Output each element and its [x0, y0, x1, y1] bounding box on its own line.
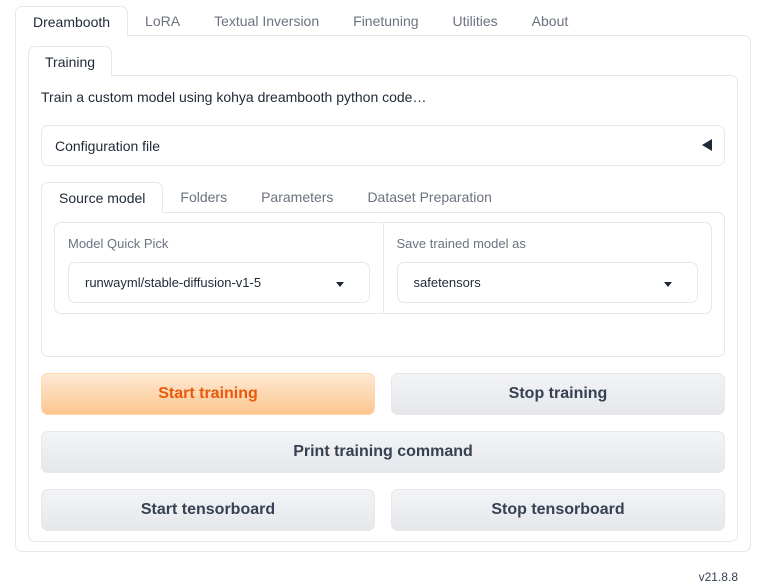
- training-tab-bar: Training: [28, 46, 113, 76]
- collapse-arrow-icon: [702, 139, 712, 151]
- model-quick-pick-label: Model Quick Pick: [68, 236, 169, 251]
- tab-utilities[interactable]: Utilities: [436, 6, 515, 36]
- print-training-command-button[interactable]: Print training command: [41, 431, 725, 473]
- source-tab-bar: Source model Folders Parameters Dataset …: [41, 182, 509, 213]
- model-quick-pick-group: Model Quick Pick runwayml/stable-diffusi…: [55, 223, 383, 313]
- save-model-as-value: safetensors: [413, 275, 481, 290]
- tab-parameters[interactable]: Parameters: [244, 182, 350, 213]
- stop-training-button[interactable]: Stop training: [391, 373, 725, 415]
- tab-dreambooth[interactable]: Dreambooth: [15, 6, 129, 36]
- save-model-as-group: Save trained model as safetensors: [382, 223, 712, 313]
- model-quick-pick-value: runwayml/stable-diffusion-v1-5: [85, 275, 262, 290]
- chevron-down-icon: [664, 282, 672, 287]
- start-tensorboard-button[interactable]: Start tensorboard: [41, 489, 375, 531]
- tab-about[interactable]: About: [515, 6, 586, 36]
- model-quick-pick-dropdown[interactable]: runwayml/stable-diffusion-v1-5: [68, 262, 370, 303]
- tab-textual-inversion[interactable]: Textual Inversion: [197, 6, 336, 36]
- tab-folders[interactable]: Folders: [163, 182, 244, 213]
- model-options-row: Model Quick Pick runwayml/stable-diffusi…: [54, 222, 712, 314]
- chevron-down-icon: [335, 282, 344, 287]
- tab-dataset-preparation[interactable]: Dataset Preparation: [350, 182, 509, 213]
- tab-finetuning[interactable]: Finetuning: [336, 6, 435, 36]
- save-model-as-label: Save trained model as: [396, 236, 526, 251]
- configuration-file-label: Configuration file: [55, 138, 161, 154]
- tab-training[interactable]: Training: [28, 46, 113, 76]
- stop-tensorboard-button[interactable]: Stop tensorboard: [391, 489, 725, 531]
- tab-lora[interactable]: LoRA: [128, 6, 197, 36]
- save-model-as-dropdown[interactable]: safetensors: [396, 262, 698, 303]
- tab-source-model[interactable]: Source model: [41, 182, 164, 213]
- version-label: v21.8.8: [698, 570, 738, 584]
- description-text: Train a custom model using kohya dreambo…: [41, 89, 427, 105]
- configuration-file-accordion[interactable]: Configuration file: [41, 125, 725, 166]
- start-training-button[interactable]: Start training: [41, 373, 375, 415]
- top-tab-bar: Dreambooth LoRA Textual Inversion Finetu…: [15, 6, 585, 36]
